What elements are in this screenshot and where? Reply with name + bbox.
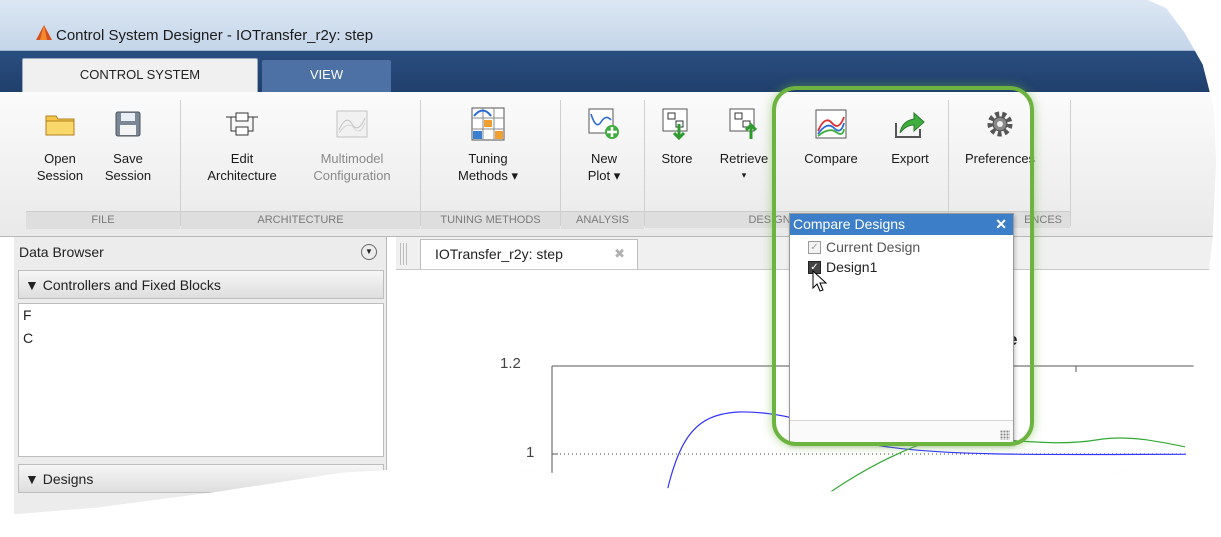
- store-label: Store: [661, 151, 693, 166]
- checkbox-checked-disabled: ✓: [808, 240, 821, 254]
- close-icon[interactable]: ✖: [614, 240, 625, 268]
- group-label-analysis: ANALYSIS: [561, 211, 644, 229]
- current-design-checkbox: ✓ Current Design: [808, 238, 920, 256]
- group-label-tuning-methods: TUNING METHODS: [421, 211, 560, 229]
- edit-architecture-label-2: Architecture: [207, 168, 277, 183]
- group-label-architecture: ARCHITECTURE: [181, 211, 420, 229]
- doc-tab-label: IOTransfer_r2y: step: [435, 246, 563, 262]
- tab-view[interactable]: VIEW: [262, 60, 391, 92]
- compare-designs-popup: Compare Designs ✕ ✓ Current Design ✓ Desig…: [789, 213, 1014, 444]
- popup-footer: [790, 420, 1013, 443]
- collapse-triangle-icon: ▼: [25, 471, 39, 487]
- window-title: Control System Designer - IOTransfer_r2y…: [56, 27, 374, 44]
- multimodel-configuration-button[interactable]: Multimodel Configuration: [296, 104, 408, 184]
- save-session-label-1: Save: [113, 151, 143, 166]
- ribbon-separator: [948, 100, 949, 226]
- save-session-label-2: Session: [104, 168, 152, 183]
- multimodel-label-1: Multimodel: [320, 151, 384, 166]
- compare-button[interactable]: Compare: [792, 104, 870, 167]
- export-icon: [895, 111, 925, 138]
- floppy-icon: [115, 111, 141, 137]
- open-session-button[interactable]: Open Session: [34, 104, 86, 184]
- new-plot-icon: [588, 108, 619, 139]
- ribbon-separator: [1070, 100, 1071, 226]
- tab-iotransfer-step[interactable]: IOTransfer_r2y: step ✖: [420, 239, 638, 269]
- tuning-methods-label-1: Tuning: [468, 151, 508, 166]
- ribbon-toolstrip: Open Session Save Session Edit Architect…: [0, 92, 1217, 237]
- new-plot-label-1: New: [590, 151, 617, 166]
- chevron-down-icon[interactable]: ▼: [361, 244, 377, 260]
- close-icon[interactable]: ✕: [995, 214, 1007, 235]
- current-response-curve: [765, 437, 1217, 516]
- current-design-label: Current Design: [826, 239, 921, 255]
- edit-architecture-label-1: Edit: [230, 151, 254, 166]
- compare-popup-header: Compare Designs ✕: [790, 214, 1013, 235]
- tuning-methods-label-2: Methods ▾: [458, 168, 518, 183]
- export-label: Export: [891, 151, 929, 166]
- title-bar: Control System Designer - IOTransfer_r2y…: [0, 0, 1217, 51]
- matlab-logo-icon: [36, 25, 52, 40]
- mouse-pointer-icon: [812, 270, 828, 292]
- save-session-button[interactable]: Save Session: [98, 104, 158, 184]
- retrieve-button[interactable]: Retrieve ▾: [712, 104, 776, 184]
- preferences-label: Preferences: [964, 151, 1036, 166]
- multimodel-label-2: Configuration: [313, 168, 391, 183]
- controllers-header-label: Controllers and Fixed Blocks: [42, 277, 221, 293]
- tuning-methods-button[interactable]: Tuning Methods ▾: [440, 104, 536, 184]
- new-plot-button[interactable]: New Plot ▾: [572, 104, 636, 184]
- ribbon-separator: [180, 100, 181, 226]
- edit-architecture-button[interactable]: Edit Architecture: [196, 104, 288, 184]
- design1-label: Design1: [826, 259, 878, 275]
- multimodel-icon: [336, 110, 368, 138]
- ribbon-separator: [644, 100, 645, 226]
- controllers-section-header[interactable]: ▼ Controllers and Fixed Blocks: [18, 270, 384, 299]
- data-browser-panel: Data Browser ▼ ▼ Controllers and Fixed B…: [14, 237, 387, 516]
- retrieve-icon: [729, 108, 758, 139]
- folder-icon: [45, 115, 75, 136]
- open-session-label-1: Open: [44, 151, 76, 166]
- collapse-triangle-icon: ▼: [25, 277, 39, 293]
- group-label-file: FILE: [26, 211, 180, 229]
- ribbon-separator: [420, 100, 421, 226]
- store-icon: [662, 108, 688, 140]
- designs-header-label: Designs: [42, 471, 94, 487]
- tuning-icon: [471, 107, 505, 141]
- gear-icon: [987, 111, 1013, 137]
- retrieve-label: Retrieve: [719, 151, 769, 166]
- drag-handle[interactable]: [400, 243, 408, 265]
- resize-grip-icon[interactable]: [1000, 430, 1010, 440]
- compare-label: Compare: [804, 151, 858, 166]
- list-item[interactable]: C: [19, 327, 383, 350]
- compare-popup-title: Compare Designs: [793, 216, 906, 232]
- ribbon-separator: [560, 100, 561, 226]
- data-browser-title: Data Browser: [19, 244, 104, 260]
- tab-control-system[interactable]: CONTROL SYSTEM: [22, 58, 258, 92]
- open-session-label-2: Session: [36, 168, 84, 183]
- block-diagram-icon: [226, 112, 258, 136]
- list-item[interactable]: F: [19, 304, 383, 327]
- ytick-label: 1: [526, 444, 535, 461]
- ribbon-tab-strip: CONTROL SYSTEM VIEW ? ▦ ▣ ✂: [0, 51, 1217, 135]
- export-button[interactable]: Export: [878, 104, 942, 167]
- store-button[interactable]: Store: [654, 104, 700, 167]
- app-window: Control System Designer - IOTransfer_r2y…: [0, 0, 1217, 516]
- designs-section-header[interactable]: ▼ Designs: [18, 464, 384, 493]
- new-plot-label-2: Plot ▾: [587, 168, 621, 183]
- compare-icon: [815, 109, 847, 139]
- retrieve-dropdown-arrow[interactable]: ▾: [712, 167, 776, 184]
- ytick-label: 1.2: [500, 355, 521, 372]
- preferences-button[interactable]: Preferences: [956, 104, 1044, 167]
- controllers-list: F C: [18, 303, 384, 457]
